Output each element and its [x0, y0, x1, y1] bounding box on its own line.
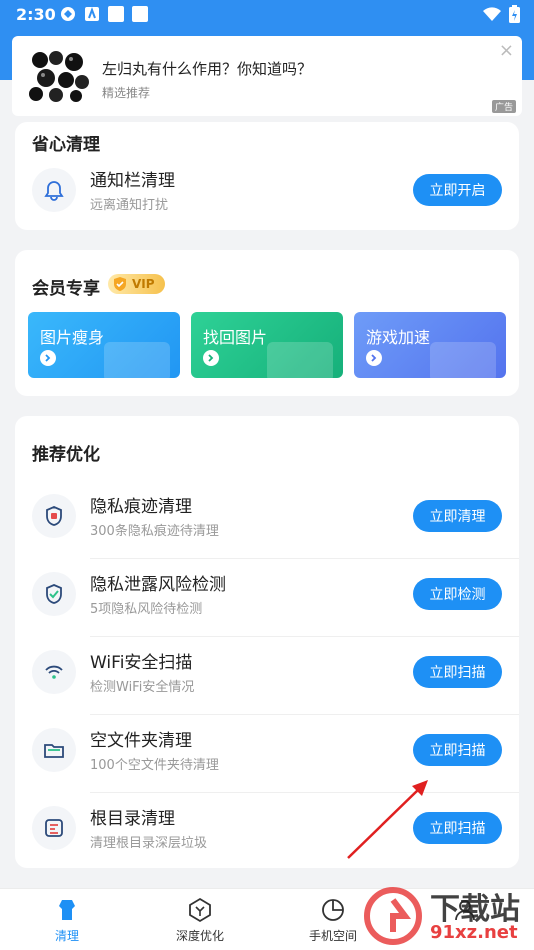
ad-close-button[interactable]: × [499, 40, 514, 61]
recommend-item-privacy-trace[interactable]: 隐私痕迹清理 300条隐私痕迹待清理 立即清理 [15, 480, 519, 558]
annotation-arrow [347, 780, 428, 859]
recommend-item-root-directory[interactable]: 根目录清理 清理根目录深层垃圾 立即扫描 [15, 792, 519, 870]
item-title: 根目录清理 [90, 809, 175, 829]
app-notification-icon [84, 6, 100, 22]
quick-clean-title: 省心清理 [32, 135, 100, 155]
privacy-trace-icon [32, 494, 76, 538]
detect-now-button[interactable]: 立即检测 [413, 578, 502, 610]
recommend-item-wifi-scan[interactable]: WiFi安全扫描 检测WiFi安全情况 立即扫描 [15, 636, 519, 714]
chevron-right-icon [40, 350, 56, 366]
status-time: 2:30 [16, 5, 56, 24]
recommend-title: 推荐优化 [32, 445, 100, 465]
notification-icons [60, 6, 148, 22]
battery-icon [509, 5, 520, 23]
deep-optimize-icon [189, 897, 211, 923]
item-subtitle: 300条隐私痕迹待清理 [90, 524, 219, 539]
item-title: 隐私痕迹清理 [90, 497, 192, 517]
vip-card: 会员专享 VIP 图片瘦身 找回图片 游戏加速 [15, 250, 519, 396]
recommend-item-privacy-leak[interactable]: 隐私泄露风险检测 5项隐私风险待检测 立即检测 [15, 558, 519, 636]
site-watermark: 下载站 91xz.net [362, 880, 532, 950]
nav-label: 手机空间 [308, 929, 357, 943]
vip-tile-label: 找回图片 [203, 328, 268, 347]
bell-icon [32, 168, 76, 212]
vip-shield-icon [114, 277, 126, 291]
status-right-icons [483, 5, 520, 23]
item-title: 空文件夹清理 [90, 731, 192, 751]
watermark-logo [364, 887, 422, 945]
clean-now-button[interactable]: 立即清理 [413, 500, 502, 532]
image-icon [104, 342, 170, 378]
wifi-icon [32, 650, 76, 694]
recommend-item-empty-folder[interactable]: 空文件夹清理 100个空文件夹待清理 立即扫描 [15, 714, 519, 792]
vip-tile-game-boost[interactable]: 游戏加速 [354, 312, 506, 378]
notification-clean-subtitle: 远离通知打扰 [90, 198, 169, 213]
lightning-icon [430, 342, 496, 378]
enable-now-button[interactable]: 立即开启 [413, 174, 502, 206]
ad-subtitle: 精选推荐 [102, 86, 151, 100]
vip-tile-label: 游戏加速 [366, 328, 431, 347]
nav-label: 清理 [54, 929, 79, 943]
vip-tile-label: 图片瘦身 [40, 328, 105, 347]
watermark-url: 91xz.net [426, 922, 522, 943]
privacy-leak-icon [32, 572, 76, 616]
item-title: 隐私泄露风险检测 [90, 575, 226, 595]
square-notification-icon-2 [132, 6, 148, 22]
quick-clean-card: 省心清理 通知栏清理 远离通知打扰 立即开启 [15, 122, 519, 230]
ad-thumbnail [29, 51, 89, 102]
item-title: WiFi安全扫描 [90, 653, 193, 673]
chevron-right-icon [366, 350, 382, 366]
wifi-signal-icon [483, 7, 501, 21]
ad-banner[interactable]: 左归丸有什么作用？你知道吗？ 精选推荐 × 广告 [12, 36, 522, 116]
notification-clean-row[interactable]: 通知栏清理 远离通知打扰 立即开启 [15, 154, 519, 232]
item-subtitle: 检测WiFi安全情况 [90, 680, 195, 695]
vip-badge-label: VIP [132, 277, 155, 291]
ad-tag: 广告 [491, 100, 516, 113]
scan-now-button[interactable]: 立即扫描 [413, 734, 502, 766]
chevron-right-icon [203, 350, 219, 366]
pie-chart-icon [322, 899, 344, 921]
item-subtitle: 100个空文件夹待清理 [90, 758, 219, 773]
clean-icon [59, 900, 75, 920]
vip-title: 会员专享 [32, 279, 100, 299]
item-subtitle: 5项隐私风险待检测 [90, 602, 203, 617]
root-directory-icon [32, 806, 76, 850]
folder-icon [32, 728, 76, 772]
image-icon [267, 342, 333, 378]
nav-item-clean[interactable]: 清理 [22, 897, 112, 944]
vip-tile-recover-image[interactable]: 找回图片 [191, 312, 343, 378]
item-subtitle: 清理根目录深层垃圾 [90, 836, 208, 851]
ad-title: 左归丸有什么作用？你知道吗？ [102, 60, 313, 78]
notification-clean-title: 通知栏清理 [90, 171, 175, 191]
vip-badge: VIP [108, 274, 165, 294]
nav-item-deep-optimize[interactable]: 深度优化 [155, 897, 245, 944]
scan-now-button[interactable]: 立即扫描 [413, 656, 502, 688]
nav-label: 深度优化 [175, 929, 224, 943]
square-notification-icon [108, 6, 124, 22]
vpn-icon [60, 6, 76, 22]
recommend-card: 推荐优化 隐私痕迹清理 300条隐私痕迹待清理 立即清理 隐私泄露风险检测 5项… [15, 416, 519, 868]
vip-tile-image-slim[interactable]: 图片瘦身 [28, 312, 180, 378]
